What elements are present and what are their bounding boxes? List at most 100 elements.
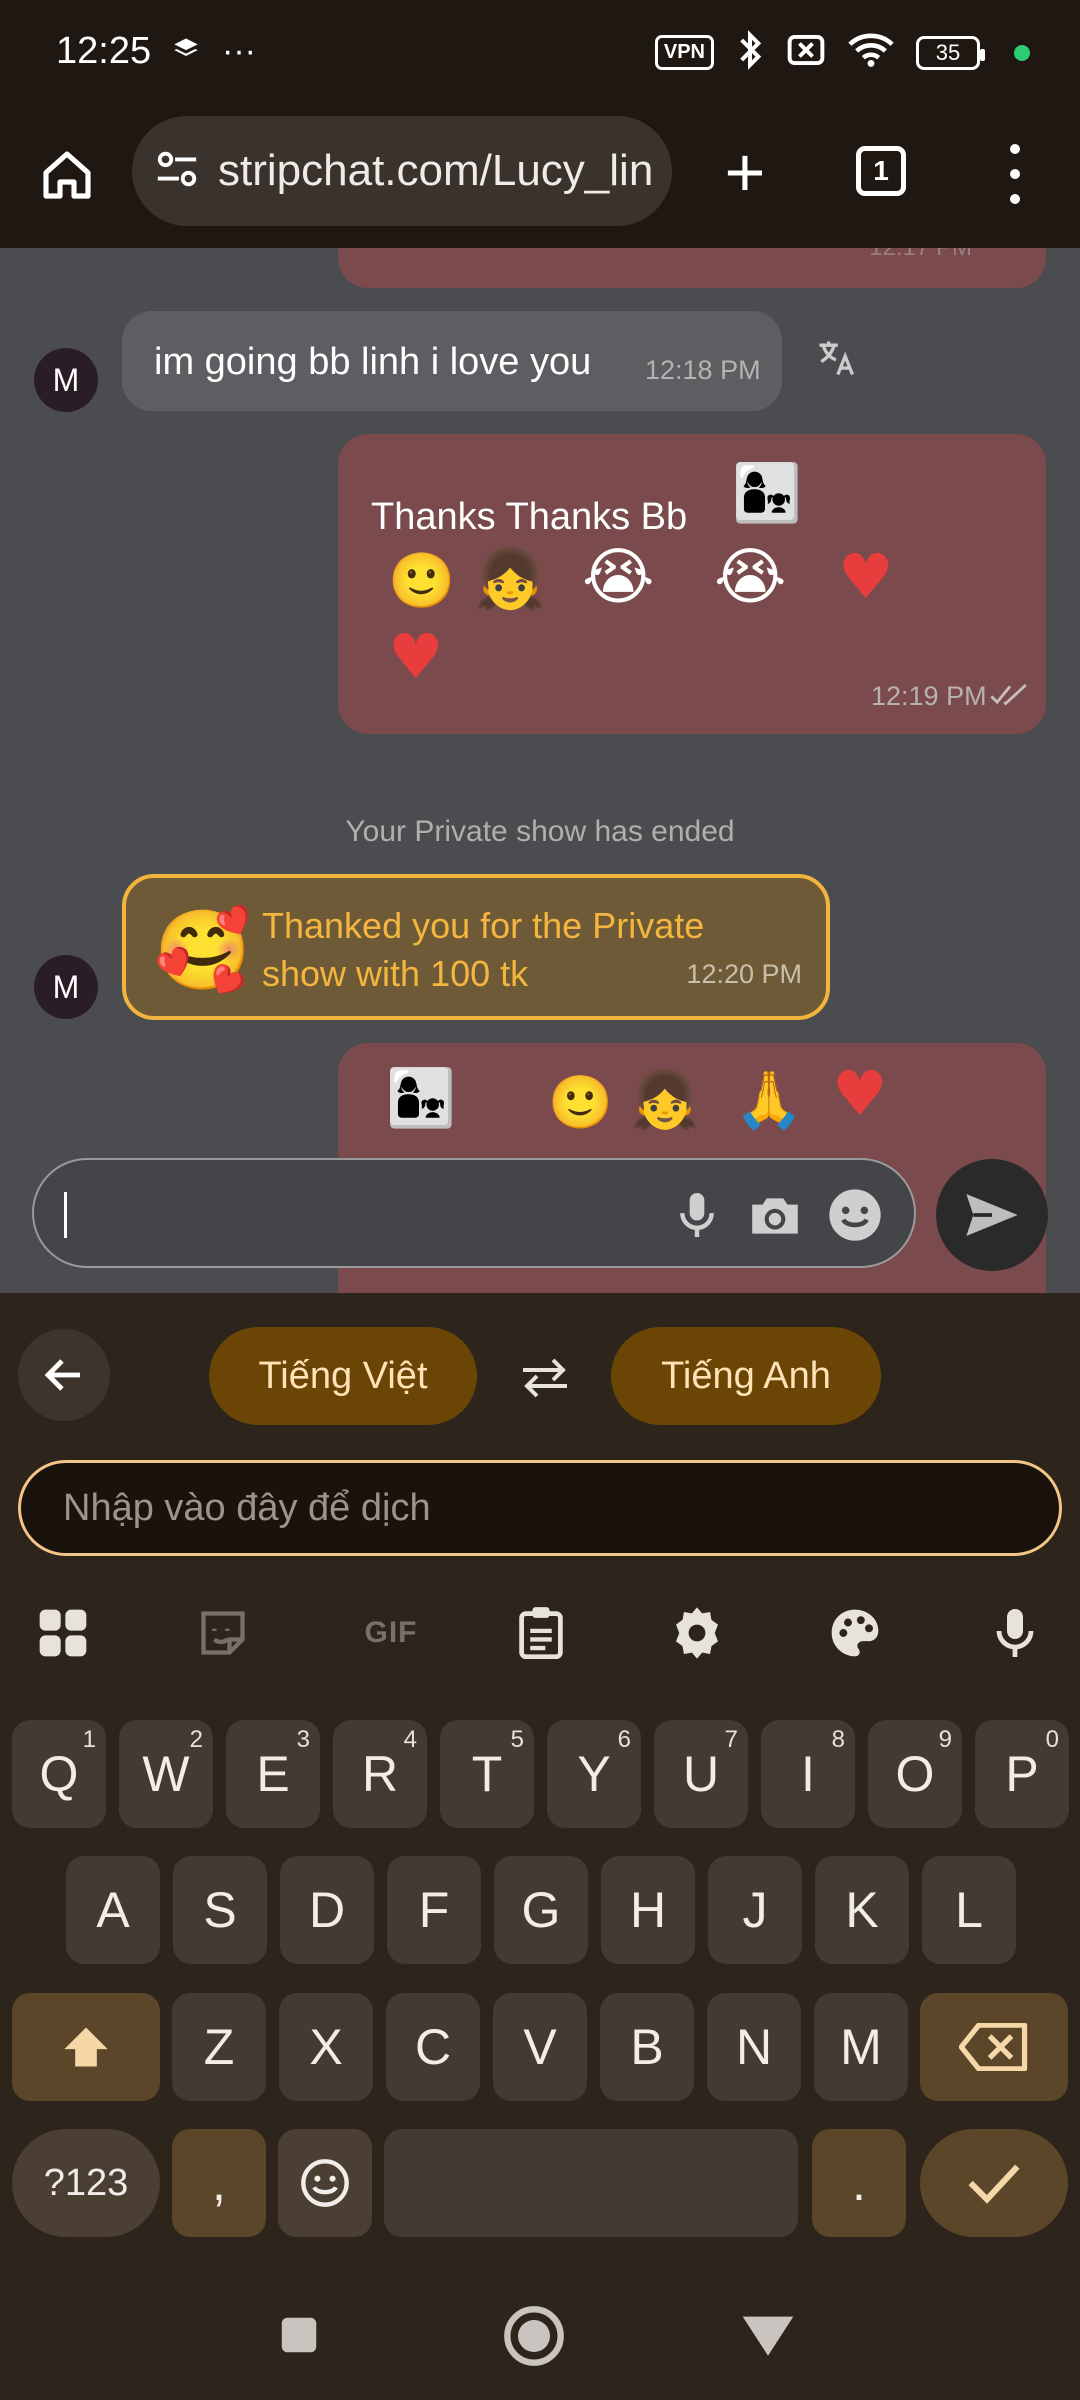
tab-switcher-button[interactable]: 1: [856, 146, 906, 196]
key-w[interactable]: W2: [119, 1720, 213, 1828]
key-label: O: [895, 1746, 935, 1802]
key-p[interactable]: P0: [975, 1720, 1069, 1828]
key-label: Y: [577, 1746, 611, 1802]
gif-button[interactable]: GIF: [346, 1593, 436, 1673]
wifi-icon: [848, 32, 894, 73]
keyboard-toolbar: GIF: [0, 1593, 1080, 1673]
slightly-smiling-emoji: 🙂: [388, 549, 456, 612]
address-bar[interactable]: stripchat.com/Lucy_lin: [132, 116, 672, 226]
key-n[interactable]: N: [707, 1993, 801, 2101]
key-r[interactable]: R4: [333, 1720, 427, 1828]
key-j[interactable]: J: [708, 1856, 802, 1964]
girl-emoji: 👧: [474, 545, 547, 613]
message-time: 12:19 PM: [871, 681, 987, 711]
key-label: W: [142, 1746, 190, 1802]
checkmark-icon: [968, 2164, 1020, 2204]
sticker-icon[interactable]: [188, 1593, 258, 1673]
message-time: 12:18 PM: [645, 355, 761, 385]
key-d[interactable]: D: [280, 1856, 374, 1964]
key-l[interactable]: L: [922, 1856, 1016, 1964]
message-text: im going bb linh i love you: [154, 341, 592, 383]
voice-input-icon[interactable]: [980, 1593, 1050, 1673]
translate-icon[interactable]: [814, 336, 858, 385]
key-number-hint: 6: [617, 1726, 631, 1753]
home-nav-button[interactable]: [502, 2304, 566, 2373]
back-nav-button[interactable]: [740, 2312, 796, 2363]
home-button[interactable]: [32, 140, 102, 210]
keyboard: Tiếng Việt Tiếng Anh Nhập vào đây để dịc…: [0, 1293, 1080, 2400]
status-bar: 12:25 ··· VPN 35: [0, 0, 1080, 110]
tip-message-bubble[interactable]: 🥰 Thanked you for the Private show with …: [122, 874, 830, 1020]
key-a[interactable]: A: [66, 1856, 160, 1964]
key-number-hint: 9: [938, 1726, 952, 1753]
key-number-hint: 8: [831, 1726, 845, 1753]
key-label: P: [1005, 1746, 1039, 1802]
shift-key[interactable]: [12, 1993, 160, 2101]
apps-grid-icon[interactable]: [28, 1593, 98, 1673]
key-k[interactable]: K: [815, 1856, 909, 1964]
key-g[interactable]: G: [494, 1856, 588, 1964]
smiling-face-with-hearts-emoji: 🥰: [154, 906, 252, 996]
backspace-key[interactable]: [920, 1993, 1068, 2101]
source-language-button[interactable]: Tiếng Việt: [209, 1327, 477, 1425]
message-input[interactable]: [32, 1158, 916, 1268]
swap-languages-icon[interactable]: [512, 1345, 578, 1411]
recents-button[interactable]: [276, 2312, 322, 2363]
camera-icon[interactable]: [742, 1182, 808, 1248]
site-settings-icon[interactable]: [154, 146, 200, 197]
battery-indicator: 35: [916, 35, 985, 70]
settings-gear-icon[interactable]: [662, 1593, 732, 1673]
avatar[interactable]: M: [34, 955, 98, 1019]
send-icon: [966, 1194, 1018, 1236]
arrow-left-icon: [44, 1359, 80, 1391]
palette-icon[interactable]: [820, 1593, 890, 1673]
key-u[interactable]: U7: [654, 1720, 748, 1828]
target-language-button[interactable]: Tiếng Anh: [611, 1327, 881, 1425]
new-tab-button[interactable]: +: [710, 132, 780, 212]
avatar[interactable]: M: [34, 348, 98, 412]
key-number-hint: 1: [82, 1726, 96, 1753]
key-i[interactable]: I8: [761, 1720, 855, 1828]
message-bubble-incoming[interactable]: im going bb linh i love you 12:18 PM: [122, 311, 782, 411]
key-c[interactable]: C: [386, 1993, 480, 2101]
key-label: Q: [39, 1746, 79, 1802]
key-b[interactable]: B: [600, 1993, 694, 2101]
send-button[interactable]: [936, 1159, 1048, 1271]
emoji-icon[interactable]: [822, 1182, 888, 1248]
key-q[interactable]: Q1: [12, 1720, 106, 1828]
more-menu-button[interactable]: [990, 144, 1040, 204]
key-x[interactable]: X: [279, 1993, 373, 2101]
key-y[interactable]: Y6: [547, 1720, 641, 1828]
key-z[interactable]: Z: [172, 1993, 266, 2101]
system-navigation-bar: [0, 2270, 1080, 2400]
key-v[interactable]: V: [493, 1993, 587, 2101]
key-h[interactable]: H: [601, 1856, 695, 1964]
key-number-hint: 7: [724, 1726, 738, 1753]
key-o[interactable]: O9: [868, 1720, 962, 1828]
key-t[interactable]: T5: [440, 1720, 534, 1828]
layers-icon: [172, 35, 200, 68]
comma-key[interactable]: ,: [172, 2129, 266, 2237]
chat-area[interactable]: 12:17 PM M im going bb linh i love you 1…: [0, 248, 1080, 1293]
key-label: I: [801, 1746, 815, 1802]
message-bubble-outgoing[interactable]: Thanks Thanks Bb 👩‍👧 🙂 👧 😭 😭 ♥ ♥ 12:19 P…: [338, 434, 1046, 734]
more-notifications-indicator: ···: [222, 32, 256, 70]
translate-back-button[interactable]: [18, 1329, 110, 1421]
done-key[interactable]: [920, 2129, 1068, 2237]
key-s[interactable]: S: [173, 1856, 267, 1964]
red-heart-emoji: ♥: [388, 620, 444, 693]
translate-input[interactable]: Nhập vào đây để dịch: [18, 1460, 1062, 1556]
symbols-key[interactable]: ?123: [12, 2129, 160, 2237]
key-e[interactable]: E3: [226, 1720, 320, 1828]
key-f[interactable]: F: [387, 1856, 481, 1964]
period-key[interactable]: .: [812, 2129, 906, 2237]
girls-emoji: 👩‍👧: [732, 461, 802, 526]
backspace-icon: [959, 2023, 1028, 2071]
clipboard-icon[interactable]: [506, 1593, 576, 1673]
space-key[interactable]: [384, 2129, 798, 2237]
microphone-icon[interactable]: [664, 1182, 730, 1248]
emoji-key[interactable]: [278, 2129, 372, 2237]
key-number-hint: 5: [510, 1726, 524, 1753]
key-m[interactable]: M: [814, 1993, 908, 2101]
crying-face-emoji: 😭: [714, 540, 787, 613]
